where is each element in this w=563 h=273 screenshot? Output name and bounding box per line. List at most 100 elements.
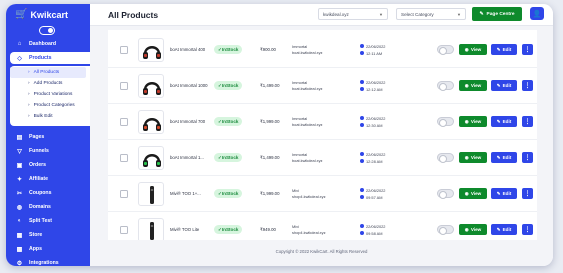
more-options-button[interactable]: ⋮ [522, 80, 533, 91]
view-button[interactable]: ◉ View [459, 116, 487, 127]
row-checkbox[interactable] [120, 153, 128, 162]
user-icon: 👤 [532, 10, 542, 18]
more-icon: ⋮ [524, 83, 531, 89]
row-checkbox[interactable] [120, 225, 128, 234]
sidebar-item-split-test[interactable]: ◐ Split Test [6, 215, 90, 227]
category-select[interactable]: Select Category ▼ [396, 8, 466, 20]
sidebar-item-store[interactable]: ▦ Store [6, 229, 90, 241]
product-name[interactable]: boAt Immortal 1000 [170, 83, 218, 88]
sidebar-item-apps[interactable]: ▩ Apps [6, 243, 90, 255]
eye-icon: ◉ [464, 82, 469, 88]
publish-toggle[interactable] [437, 45, 454, 55]
table-row: boAt Immortal 400 ✓ InStock ₹900.00 Immor… [108, 32, 537, 68]
product-time: 12:28 AM [366, 158, 383, 164]
row-checkbox[interactable] [120, 45, 128, 54]
chevron-right-icon: › [28, 92, 30, 97]
view-button[interactable]: ◉ View [459, 224, 487, 235]
chevron-right-icon: › [28, 81, 30, 86]
submenu-product-variations[interactable]: › Product Variations [10, 89, 90, 100]
edit-button[interactable]: ✎ Edit [491, 80, 517, 91]
calendar-icon [360, 224, 364, 229]
table-row: boAt Immortal 1... ✓ InStock ₹1,499.00 Im… [108, 140, 537, 176]
product-time: 12:30 AM [366, 122, 383, 128]
product-name[interactable]: boAt Immortal 1... [170, 155, 218, 160]
product-date: 22/06/2022 [366, 43, 386, 49]
publish-toggle[interactable] [437, 153, 454, 163]
view-button[interactable]: ◉ View [459, 44, 487, 55]
row-checkbox[interactable] [120, 117, 128, 126]
product-name[interactable]: boAt Immortal 700 [170, 119, 218, 124]
sidebar-item-label: Pages [29, 134, 45, 140]
sidebar-toggle[interactable] [39, 26, 55, 35]
publish-toggle[interactable] [437, 225, 454, 235]
sidebar-item-domains[interactable]: ◍ Domains [6, 201, 90, 213]
sidebar-item-affiliate[interactable]: ✦ Affiliate [6, 173, 90, 185]
publish-toggle[interactable] [437, 189, 454, 199]
more-options-button[interactable]: ⋮ [522, 224, 533, 235]
submenu-product-categories[interactable]: › Product Categories [10, 100, 90, 111]
row-checkbox[interactable] [120, 189, 128, 198]
row-checkbox[interactable] [120, 81, 128, 90]
product-name[interactable]: Mivi® TOO 1+... [170, 191, 218, 196]
view-button[interactable]: ◉ View [459, 188, 487, 199]
submenu-bulk-edit[interactable]: › Bulk Edit [10, 111, 90, 122]
edit-label: Edit [502, 227, 512, 232]
edit-button[interactable]: ✎ Edit [491, 152, 517, 163]
products-table: boAt Immortal 400 ✓ InStock ₹900.00 Immor… [108, 30, 537, 240]
edit-label: Edit [502, 47, 512, 52]
product-name[interactable]: Mivi® TOO Lite [170, 227, 218, 232]
view-label: View [470, 191, 482, 196]
submenu-all-products[interactable]: › All Products [10, 67, 86, 78]
clock-icon [360, 51, 364, 56]
product-time: 12:12 AM [366, 86, 383, 92]
status-badge: ✓ InStock [214, 45, 243, 54]
apps-icon: ▩ [16, 246, 23, 253]
product-price: ₹1,499.00 [260, 154, 280, 160]
product-date: 22/06/2022 [366, 115, 386, 121]
sidebar-item-pages[interactable]: ▤ Pages [6, 131, 90, 143]
more-options-button[interactable]: ⋮ [522, 188, 533, 199]
sidebar-item-dashboard[interactable]: ⌂ Dashboard [6, 38, 90, 50]
sidebar-item-label: Dashboard [29, 41, 57, 47]
product-name[interactable]: boAt Immortal 400 [170, 47, 218, 52]
edit-icon: ✎ [496, 226, 501, 232]
sidebar-item-products[interactable]: ◇ Products [10, 52, 90, 64]
more-options-button[interactable]: ⋮ [522, 44, 533, 55]
edit-button[interactable]: ✎ Edit [491, 116, 517, 127]
edit-button[interactable]: ✎ Edit [491, 44, 517, 55]
view-label: View [470, 83, 482, 88]
home-icon: ⌂ [17, 41, 22, 47]
status-badge: ✓ InStock [214, 153, 243, 162]
sidebar-item-funnels[interactable]: ▽ Funnels [6, 145, 90, 157]
eye-icon: ◉ [464, 154, 469, 160]
more-options-button[interactable]: ⋮ [522, 116, 533, 127]
store-select[interactable]: kwikdeal.xyz ▼ [318, 8, 388, 20]
submenu-add-products[interactable]: › Add Products [10, 78, 90, 89]
edit-button[interactable]: ✎ Edit [491, 224, 517, 235]
page-centre-button[interactable]: ✎ Page Centre [472, 7, 522, 21]
sidebar-item-orders[interactable]: ▣ Orders [6, 159, 90, 171]
eye-icon: ◉ [464, 118, 469, 124]
cart-icon: 🛒 [15, 9, 28, 20]
products-submenu: › All Products › Add Products › Product Var… [10, 66, 90, 126]
store-select-value: kwikdeal.xyz [323, 12, 349, 17]
view-button[interactable]: ◉ View [459, 80, 487, 91]
publish-toggle[interactable] [437, 81, 454, 91]
product-date: 22/06/2022 [366, 79, 386, 85]
user-avatar[interactable]: 👤 [530, 7, 544, 20]
funnel-icon: ▽ [17, 148, 22, 155]
brand-logo[interactable]: 🛒 Kwikcart [15, 9, 68, 20]
publish-toggle[interactable] [437, 117, 454, 127]
product-datetime: 22/06/2022 12:30 AM [360, 115, 385, 129]
more-options-button[interactable]: ⋮ [522, 152, 533, 163]
sidebar-item-integrations[interactable]: ⚙ Integrations [6, 257, 90, 266]
edit-button[interactable]: ✎ Edit [491, 188, 517, 199]
status-label: InStock [221, 47, 239, 52]
product-price: ₹1,499.00 [260, 82, 280, 88]
sidebar-item-coupons[interactable]: ✂ Coupons [6, 187, 90, 199]
status-badge: ✓ InStock [214, 189, 243, 198]
wrench-icon: ✎ [479, 11, 484, 17]
chevron-right-icon: › [28, 70, 30, 75]
edit-icon: ✎ [496, 46, 501, 52]
view-button[interactable]: ◉ View [459, 152, 487, 163]
